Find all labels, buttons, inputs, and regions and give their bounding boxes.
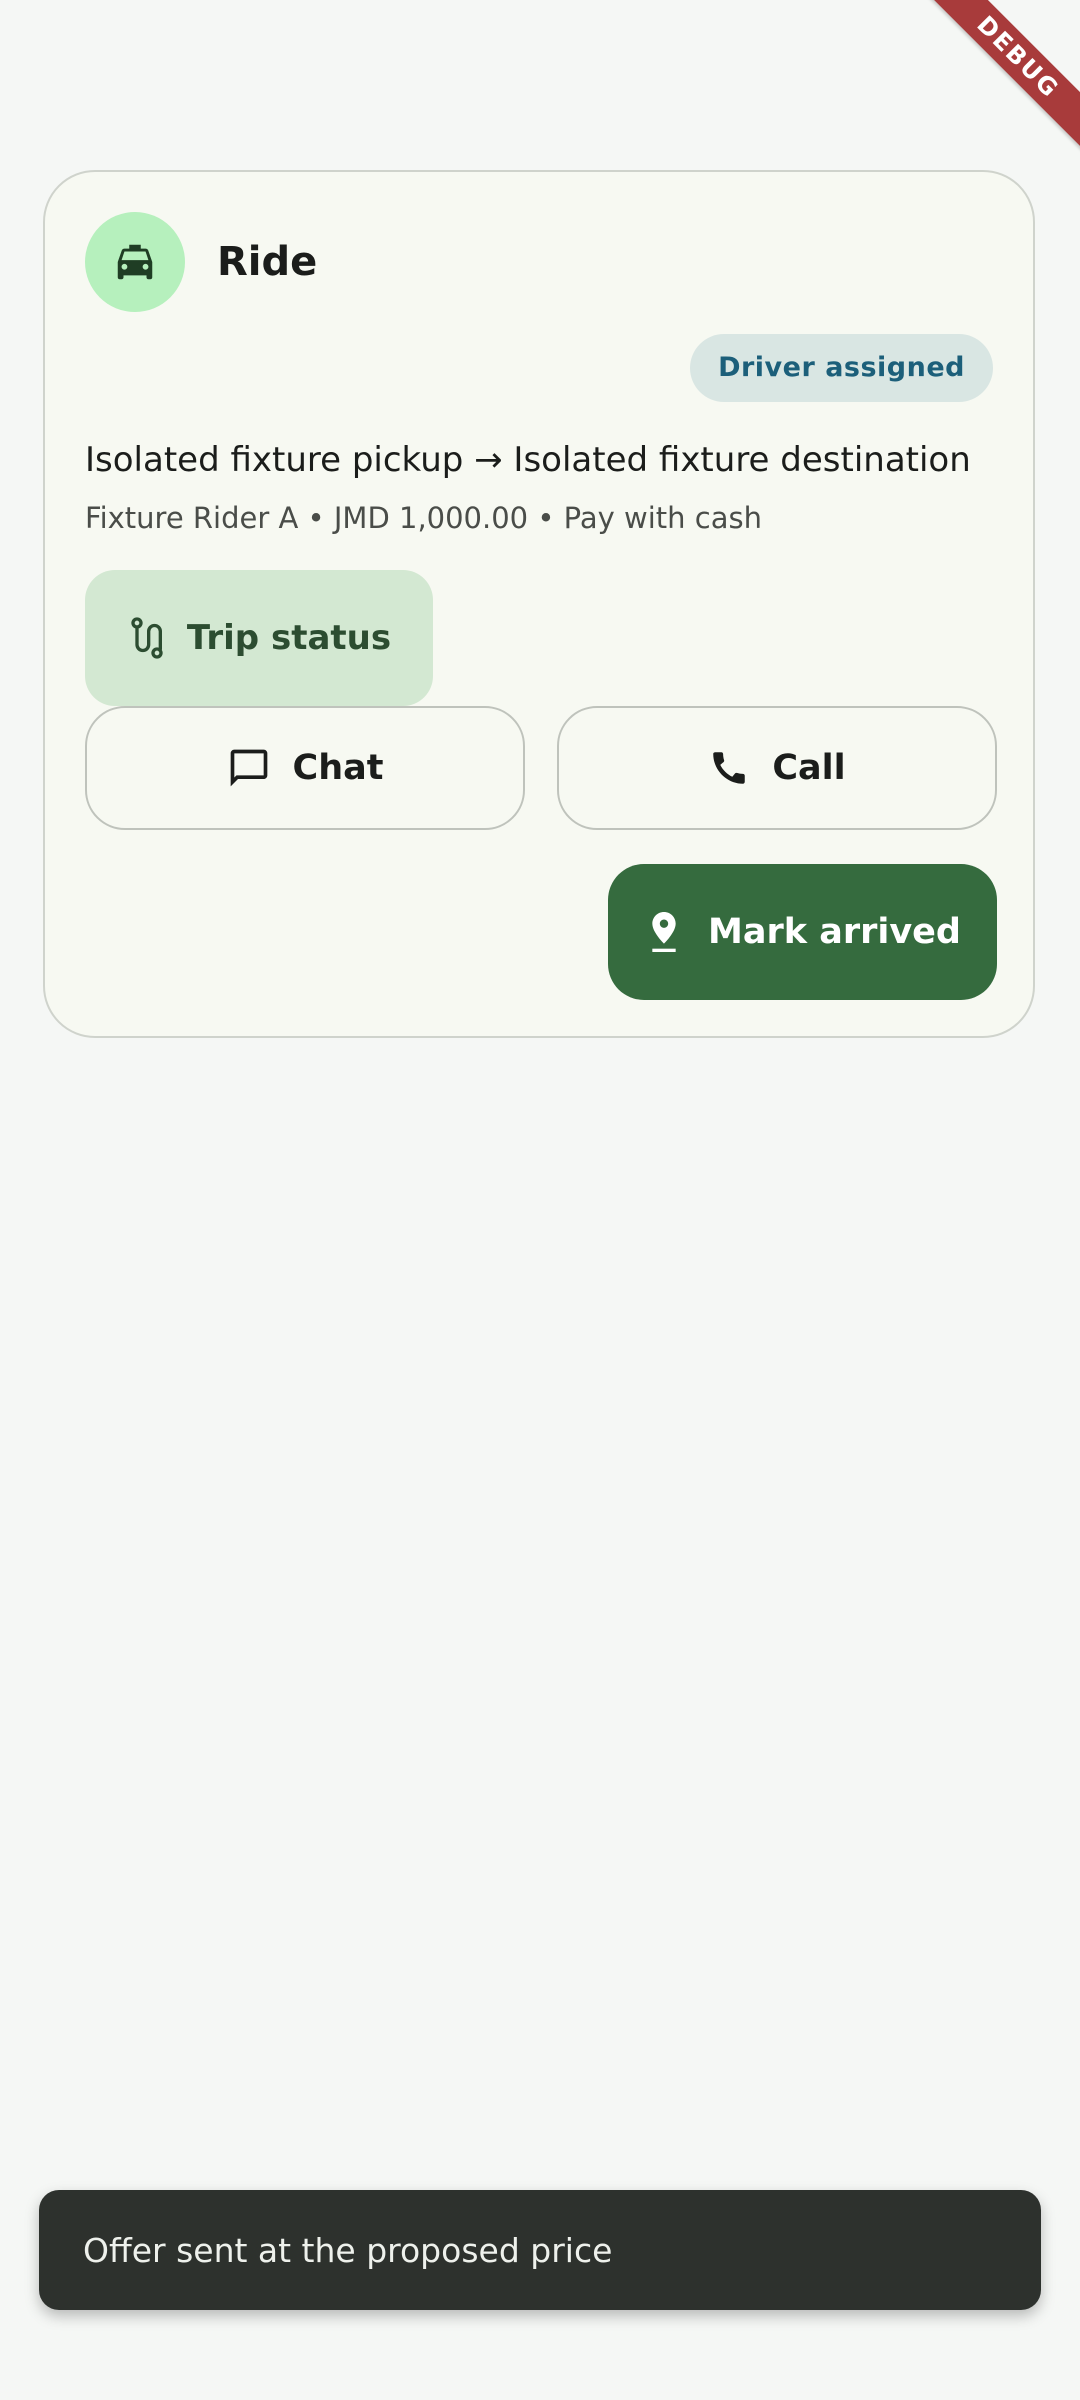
ride-meta: Fixture Rider A • JMD 1,000.00 • Pay wit…: [85, 501, 762, 535]
chat-button[interactable]: Chat: [85, 706, 525, 830]
mark-arrived-button[interactable]: Mark arrived: [608, 864, 997, 1000]
trip-status-label: Trip status: [186, 618, 392, 658]
ride-card: Ride Driver assigned Isolated fixture pi…: [43, 170, 1035, 1038]
card-title: Ride: [217, 239, 318, 285]
chat-label: Chat: [292, 748, 384, 788]
phone-icon: [708, 747, 750, 789]
chat-bubble-icon: [227, 746, 271, 790]
ride-avatar: [85, 212, 185, 312]
mark-arrived-label: Mark arrived: [708, 912, 961, 952]
call-button[interactable]: Call: [557, 706, 997, 830]
call-label: Call: [772, 748, 846, 788]
snackbar-message: Offer sent at the proposed price: [83, 2230, 613, 2270]
trip-status-button[interactable]: Trip status: [85, 570, 433, 706]
debug-banner: DEBUG: [920, 0, 1080, 160]
route-text: Isolated fixture pickup → Isolated fixtu…: [85, 440, 971, 480]
status-badge: Driver assigned: [690, 334, 993, 402]
route-icon: [127, 616, 167, 660]
snackbar: Offer sent at the proposed price: [39, 2190, 1041, 2310]
taxi-icon: [112, 239, 158, 285]
location-pin-icon: [644, 910, 684, 954]
debug-banner-label: DEBUG: [920, 0, 1080, 156]
